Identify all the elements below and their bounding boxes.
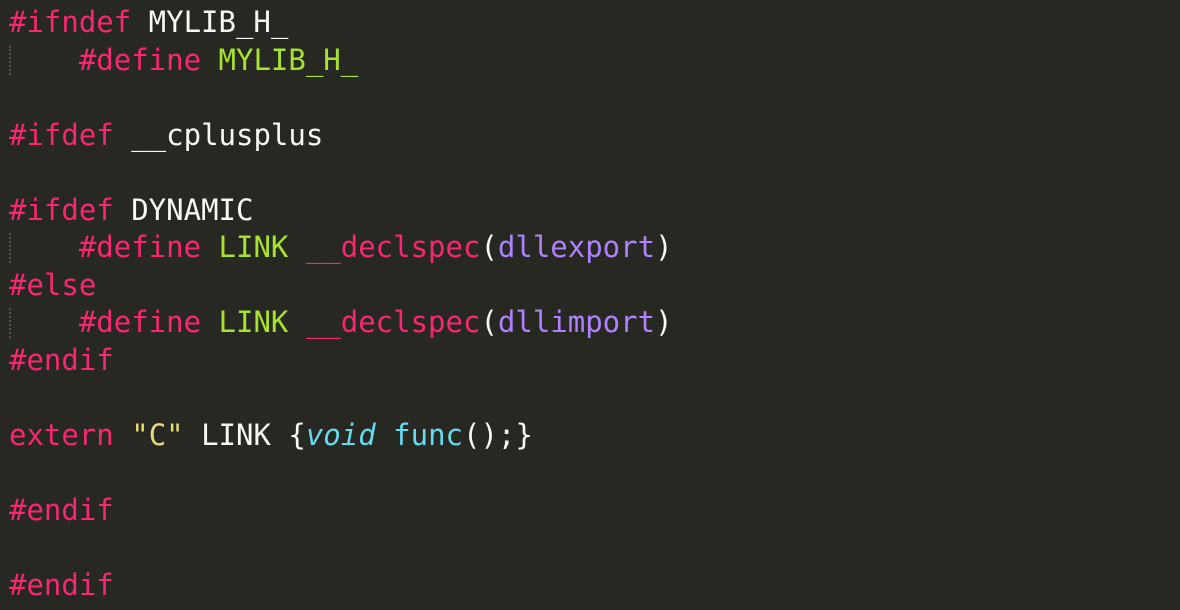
code-line[interactable]: #define LINK __declspec(dllimport)	[9, 304, 673, 342]
token-keyword: #endif	[9, 342, 114, 377]
token-macro: LINK	[218, 230, 289, 264]
token-keyword: #define	[78, 305, 202, 339]
token-plain: __cplusplus	[113, 117, 324, 152]
token-type: void	[305, 417, 376, 452]
token-argument: dllimport	[497, 305, 656, 339]
indent-guide	[9, 45, 11, 75]
token-keyword: #define	[78, 42, 202, 77]
code-line[interactable]: #define MYLIB_H_	[9, 42, 358, 80]
token-function: func	[393, 417, 463, 452]
token-keyword: #define	[78, 230, 202, 264]
code-line[interactable]: #endif	[9, 492, 114, 530]
code-line[interactable]: #ifdef DYNAMIC	[9, 192, 253, 230]
token-argument: dllexport	[497, 230, 656, 264]
code-line[interactable]: #ifdef __cplusplus	[9, 117, 323, 155]
token-macro: LINK	[218, 305, 289, 339]
code-line[interactable]: #else	[9, 267, 96, 305]
token-keyword: __declspec	[305, 230, 481, 264]
token-keyword: #endif	[9, 492, 114, 527]
token-plain: ();}	[463, 417, 533, 452]
indent-guide	[9, 308, 11, 338]
token-plain: )	[655, 230, 673, 264]
token-keyword: #ifdef	[9, 192, 114, 227]
code-line[interactable]: #endif	[9, 342, 114, 380]
token-plain: DYNAMIC	[113, 192, 254, 227]
code-line[interactable]: #define LINK __declspec(dllexport)	[9, 229, 673, 267]
token-plain: )	[655, 305, 673, 339]
indent-guide	[9, 233, 11, 263]
token-plain: LINK {	[183, 417, 306, 452]
token-keyword: #ifdef	[9, 117, 114, 152]
code-line[interactable]: #endif	[9, 567, 114, 605]
token-keyword: #else	[9, 267, 97, 302]
token-plain: (	[480, 305, 498, 339]
token-keyword: __declspec	[305, 305, 481, 339]
token-string: "C"	[131, 417, 184, 452]
code-editor[interactable]: #ifndef MYLIB_H_ #define MYLIB_H_ #ifdef …	[0, 0, 1180, 610]
code-line[interactable]: #ifndef MYLIB_H_	[9, 4, 288, 42]
token-plain: (	[480, 230, 498, 264]
token-plain: MYLIB_H_	[131, 5, 289, 39]
token-keyword: #endif	[9, 567, 114, 602]
token-keyword: extern	[9, 417, 114, 452]
token-macro: MYLIB_H_	[218, 42, 359, 77]
code-line[interactable]: extern "C" LINK {void func();}	[9, 417, 533, 455]
token-keyword: #ifndef	[9, 5, 132, 39]
